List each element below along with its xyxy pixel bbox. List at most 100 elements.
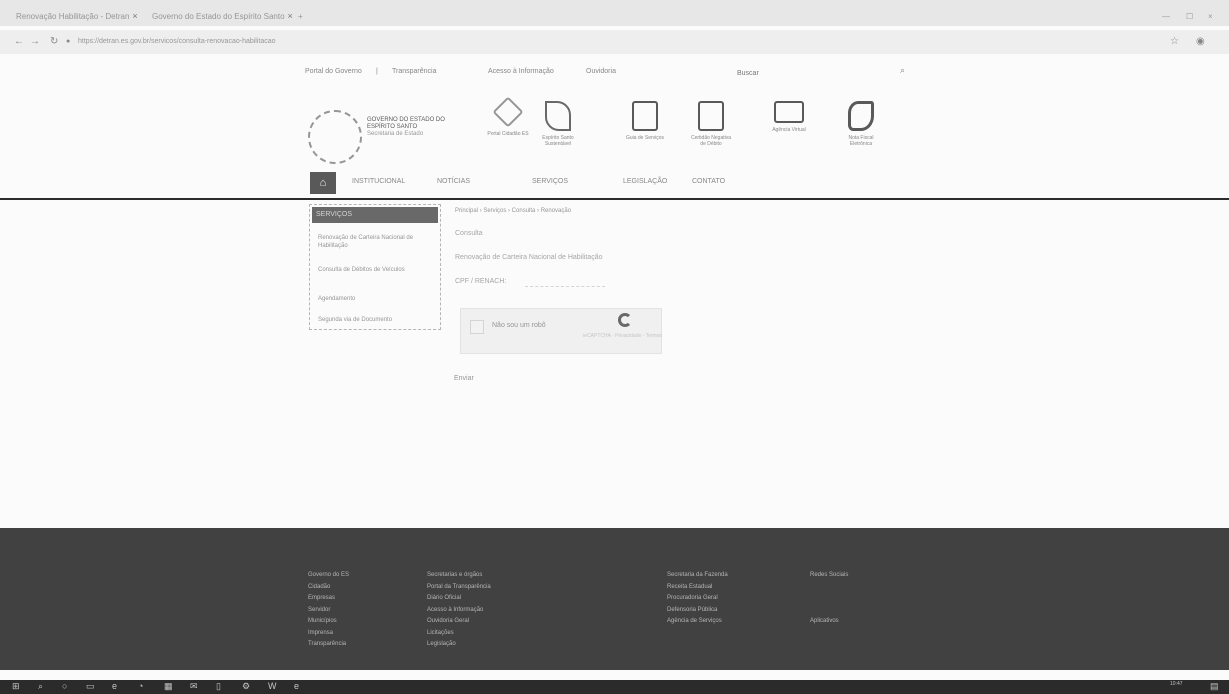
recaptcha-icon [618, 313, 632, 327]
cortana-icon[interactable]: ○ [62, 681, 67, 691]
footer-link[interactable]: Servidor [308, 605, 349, 617]
footer-link[interactable]: Municípios [308, 616, 349, 628]
browser-tab-2[interactable]: Governo do Estado do Espírito Santo × [152, 8, 293, 24]
footer-link[interactable]: Diário Oficial [427, 593, 491, 605]
nav-servicos[interactable]: SERVIÇOS [532, 178, 568, 185]
gov-name-subtitle: Secretaria de Estado [367, 131, 424, 137]
es-logo-icon [492, 96, 524, 128]
footer-link[interactable]: Secretaria da Fazenda [667, 570, 728, 582]
nav-noticias[interactable]: NOTÍCIAS [437, 178, 470, 185]
back-icon[interactable]: ← [14, 36, 24, 47]
footer [0, 528, 1229, 670]
footer-link[interactable]: Governo do ES [308, 570, 349, 582]
footer-link[interactable]: Secretarias e órgãos [427, 570, 491, 582]
footer-link[interactable]: Defensoria Pública [667, 605, 728, 617]
nav-contato[interactable]: CONTATO [692, 178, 725, 185]
nav-legislacao[interactable]: LEGISLAÇÃO [623, 178, 667, 185]
task-view-icon[interactable]: ▭ [86, 681, 95, 692]
search-icon[interactable]: ⌕ [38, 681, 43, 692]
nav-divider [0, 198, 1229, 200]
notifications-icon[interactable]: ▤ [1210, 681, 1219, 692]
top-link-acesso[interactable]: Acesso à Informação [488, 68, 554, 75]
word-icon[interactable]: W [268, 681, 277, 691]
edge-icon[interactable]: e [294, 681, 299, 691]
nav-institucional[interactable]: INSTITUCIONAL [352, 178, 405, 185]
top-link-portal[interactable]: Portal do Governo [305, 68, 362, 75]
map-icon [848, 101, 874, 131]
sidebar-item-debitos[interactable]: Consulta de Débitos de Veículos [318, 266, 433, 274]
footer-link[interactable]: Procuradoria Geral [667, 593, 728, 605]
footer-link[interactable]: Cidadão [308, 582, 349, 594]
footer-link[interactable]: Transparência [308, 639, 349, 651]
footer-link[interactable]: Redes Sociais [810, 570, 848, 582]
footer-link[interactable]: Licitações [427, 628, 491, 640]
cpf-input[interactable] [525, 274, 605, 287]
close-icon[interactable]: × [132, 11, 137, 21]
captcha-box [460, 308, 662, 354]
header-link-nota[interactable]: Nota Fiscal Eletrônica [838, 101, 884, 147]
star-icon[interactable]: ☆ [1170, 36, 1179, 47]
top-link-transparencia[interactable]: Transparência [392, 68, 437, 75]
os-taskbar [0, 680, 1229, 694]
sidebar-item-segunda-via[interactable]: Segunda via de Documento [318, 316, 433, 324]
search-input[interactable] [735, 66, 889, 80]
file-icon[interactable]: ▯ [216, 681, 221, 692]
windows-icon[interactable]: ⊞ [12, 681, 20, 692]
laptop-icon [774, 101, 804, 123]
window-close-icon[interactable]: × [1208, 8, 1213, 24]
forward-icon[interactable]: → [30, 36, 40, 47]
header-link-certidao[interactable]: Certidão Negativa de Débito [688, 101, 734, 147]
minimize-icon[interactable]: — [1162, 8, 1170, 24]
top-link-ouvidoria[interactable]: Ouvidoria [586, 68, 616, 75]
captcha-label: Não sou um robô [492, 322, 546, 329]
taskbar-clock[interactable]: 10:47 [1170, 681, 1183, 687]
footer-col-1: Governo do ES Cidadão Empresas Servidor … [308, 570, 349, 651]
captcha-checkbox[interactable] [470, 320, 484, 334]
leaf-icon [545, 101, 571, 131]
government-name: GOVERNO DO ESTADO DO ESPÍRITO SANTO Secr… [367, 117, 447, 138]
breadcrumb[interactable]: Principal › Serviços › Consulta › Renova… [455, 208, 571, 214]
footer-link[interactable]: Legislação [427, 639, 491, 651]
footer-col-2: Secretarias e órgãos Portal da Transparê… [427, 570, 491, 651]
footer-col-4: Redes Sociais Aplicativos [810, 570, 848, 628]
url-field[interactable]: https://detran.es.gov.br/servicos/consul… [78, 38, 276, 45]
maximize-icon[interactable]: ☐ [1186, 8, 1193, 24]
header-link-agencia[interactable]: Agência Virtual [766, 101, 812, 133]
browser-tab-1[interactable]: Renovação Habilitação - Detran × [16, 8, 138, 24]
captcha-brand[interactable]: reCAPTCHA · Privacidade - Termos [562, 333, 662, 339]
footer-link[interactable]: Aplicativos [810, 616, 848, 628]
submit-button[interactable]: Enviar [454, 375, 474, 382]
tab-title: Renovação Habilitação - Detran [16, 11, 130, 21]
document-icon [698, 101, 724, 131]
footer-link[interactable]: Ouvidoria Geral [427, 616, 491, 628]
gov-name-title: GOVERNO DO ESTADO DO ESPÍRITO SANTO [367, 117, 445, 130]
footer-link[interactable]: Imprensa [308, 628, 349, 640]
tab-title: Governo do Estado do Espírito Santo [152, 11, 285, 21]
search-icon[interactable]: ⌕ [900, 65, 905, 76]
header-link-guia[interactable]: Guia de Serviços [622, 101, 668, 141]
sidebar-item-renovacao[interactable]: Renovação de Carteira Nacional de Habili… [318, 234, 433, 250]
chrome-icon[interactable]: ◔ [138, 681, 143, 691]
store-icon[interactable]: ▦ [164, 681, 173, 692]
header-link-portal[interactable]: Portal Cidadão ES [485, 96, 531, 137]
footer-link[interactable]: Receita Estadual [667, 582, 728, 594]
sidebar-title: SERVIÇOS [312, 207, 438, 223]
sidebar-item-agendamento[interactable]: Agendamento [318, 295, 433, 303]
new-tab-button[interactable]: + [298, 8, 303, 24]
close-icon[interactable]: × [288, 11, 293, 21]
footer-link[interactable]: Agência de Serviços [667, 616, 728, 628]
home-button[interactable]: ⌂ [310, 172, 336, 194]
lock-icon: ● [66, 38, 71, 45]
footer-link[interactable]: Portal da Transparência [427, 582, 491, 594]
mail-icon[interactable]: ✉ [190, 681, 198, 692]
profile-icon[interactable]: ◉ [1196, 36, 1205, 47]
state-seal-logo[interactable] [308, 110, 362, 164]
footer-link[interactable]: Empresas [308, 593, 349, 605]
divider: | [376, 68, 378, 75]
header-link-sustentavel[interactable]: Espírito Santo Sustentável [535, 101, 581, 147]
edge-icon[interactable]: e [112, 681, 117, 691]
settings-icon[interactable]: ⚙ [242, 681, 250, 692]
footer-link[interactable]: Acesso à Informação [427, 605, 491, 617]
refresh-icon[interactable]: ↻ [50, 36, 58, 47]
page-title: Consulta [455, 230, 483, 237]
